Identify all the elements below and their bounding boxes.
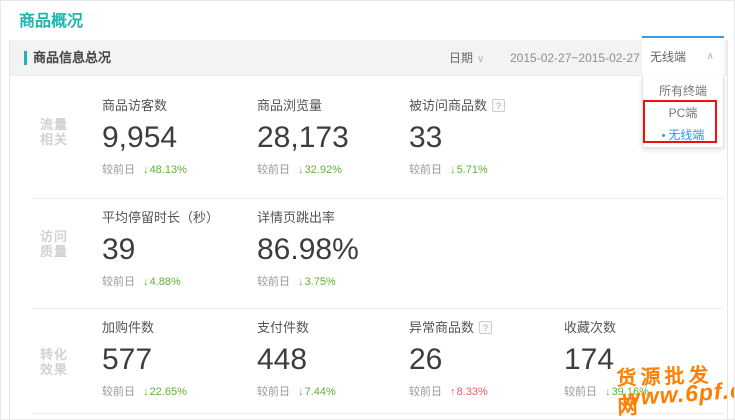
metric-value: 86.98% (257, 233, 359, 266)
row-divider (32, 198, 723, 199)
metric-value: 448 (257, 343, 336, 376)
compare-label: 较前日 (257, 164, 290, 176)
metric-avg-stay-time: 平均停留时长（秒） 39 较前日 ↓4.88% (102, 210, 219, 289)
group-label-visit-quality: 访问 质量 (40, 229, 68, 259)
metric-abnormal-products: 异常商品数? 26 较前日 ↑8.33% (409, 320, 492, 399)
change-percent: 3.75% (305, 276, 336, 288)
change-percent: 4.88% (150, 276, 181, 288)
trend-down-icon: ↓ (143, 276, 149, 288)
product-overview-page: 商品概况 商品信息总况 流量 相关 访问 质量 转化 效果 商品访客数 9,95… (0, 0, 735, 420)
trend-down-icon: ↓ (298, 276, 304, 288)
help-icon[interactable]: ? (492, 99, 505, 112)
compare-label: 较前日 (102, 276, 135, 288)
compare-label: 较前日 (102, 386, 135, 398)
help-icon[interactable]: ? (479, 321, 492, 334)
change-percent: 22.65% (150, 386, 187, 398)
metric-label: 商品访客数 (102, 98, 187, 113)
metric-value: 39 (102, 233, 219, 266)
metric-change: 较前日 ↓48.13% (102, 161, 187, 177)
metric-label: 商品浏览量 (257, 98, 349, 113)
metric-change: 较前日 ↓32.92% (257, 161, 349, 177)
chevron-up-icon: ∧ (707, 38, 714, 76)
trend-down-icon: ↓ (298, 386, 304, 398)
row-divider (32, 308, 723, 309)
metric-value: 9,954 (102, 121, 187, 154)
change-percent: 48.13% (150, 164, 187, 176)
dropdown-option-all-terminals[interactable]: 所有终端 (643, 80, 723, 102)
panel-title: 商品信息总况 (33, 40, 111, 76)
trend-down-icon: ↓ (143, 386, 149, 398)
metric-label: 平均停留时长（秒） (102, 210, 219, 225)
trend-down-icon: ↓ (298, 164, 304, 176)
trend-down-icon: ↓ (450, 164, 456, 176)
compare-label: 较前日 (102, 164, 135, 176)
trend-down-icon: ↓ (143, 164, 149, 176)
date-filter[interactable]: 日期 ∨ (449, 41, 484, 76)
terminal-select[interactable]: 无线端 ∧ (642, 36, 724, 76)
metric-value: 26 (409, 343, 492, 376)
change-percent: 7.44% (305, 386, 336, 398)
metric-change: 较前日 ↑8.33% (409, 383, 492, 399)
annotation-box (643, 100, 717, 143)
trend-down-icon: ↓ (605, 386, 611, 398)
metric-label: 被访问商品数 (409, 98, 487, 113)
metric-label: 收藏次数 (564, 320, 649, 335)
metric-label: 加购件数 (102, 320, 187, 335)
metric-change: 较前日 ↓4.88% (102, 273, 219, 289)
metric-change: 较前日 ↓3.75% (257, 273, 359, 289)
metric-paid-items: 支付件数 448 较前日 ↓7.44% (257, 320, 336, 399)
compare-label: 较前日 (257, 386, 290, 398)
date-range[interactable]: 2015-02-27~2015-02-27 (510, 41, 640, 76)
metric-change: 较前日 ↓22.65% (102, 383, 187, 399)
metric-label: 异常商品数 (409, 320, 474, 335)
metric-change: 较前日 ↓5.71% (409, 161, 505, 177)
metric-label: 详情页跳出率 (257, 210, 359, 225)
compare-label: 较前日 (564, 386, 597, 398)
group-label-traffic: 流量 相关 (40, 117, 68, 147)
metric-cart-adds: 加购件数 577 较前日 ↓22.65% (102, 320, 187, 399)
trend-up-icon: ↑ (450, 386, 456, 398)
metric-visited-products: 被访问商品数? 33 较前日 ↓5.71% (409, 98, 505, 177)
compare-label: 较前日 (257, 276, 290, 288)
accent-bar (24, 51, 27, 65)
chevron-down-icon: ∨ (477, 54, 484, 65)
page-title: 商品概况 (19, 7, 83, 31)
metric-value: 33 (409, 121, 505, 154)
metric-change: 较前日 ↓7.44% (257, 383, 336, 399)
metric-detail-bounce-rate: 详情页跳出率 86.98% 较前日 ↓3.75% (257, 210, 359, 289)
metric-value: 577 (102, 343, 187, 376)
date-filter-label: 日期 (449, 51, 473, 65)
metric-label: 支付件数 (257, 320, 336, 335)
compare-label: 较前日 (409, 164, 442, 176)
metric-value: 28,173 (257, 121, 349, 154)
compare-label: 较前日 (409, 386, 442, 398)
change-percent: 5.71% (457, 164, 488, 176)
change-percent: 8.33% (457, 386, 488, 398)
group-label-conversion: 转化 效果 (40, 347, 68, 377)
metric-product-visitors: 商品访客数 9,954 较前日 ↓48.13% (102, 98, 187, 177)
metric-product-pageviews: 商品浏览量 28,173 较前日 ↓32.92% (257, 98, 349, 177)
terminal-select-value: 无线端 (650, 50, 686, 64)
change-percent: 32.92% (305, 164, 342, 176)
